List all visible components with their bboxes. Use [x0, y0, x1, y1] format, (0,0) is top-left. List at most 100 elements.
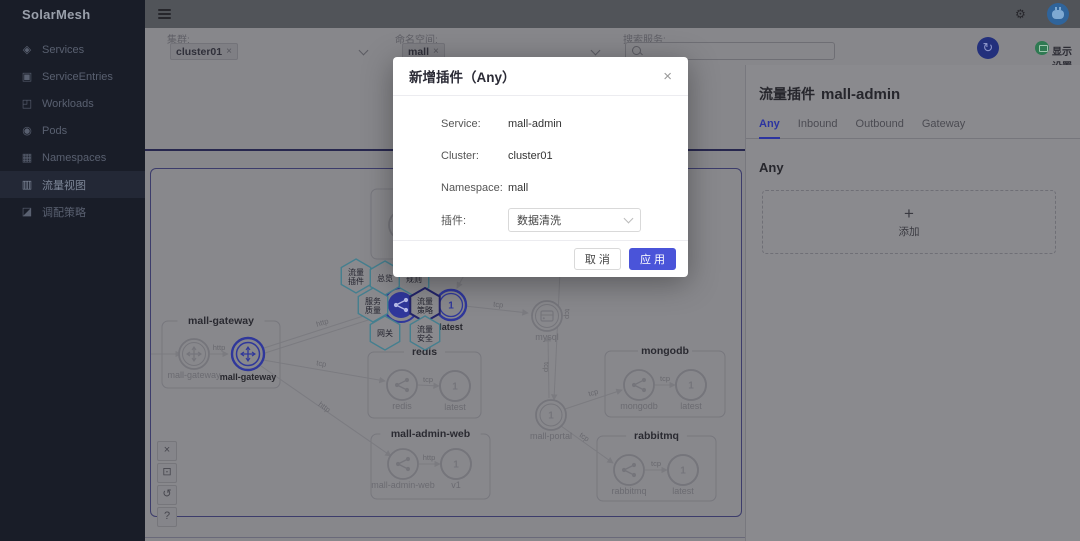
graph-node-mysql[interactable]: mysql [532, 301, 562, 342]
sidebar-item-label: Namespaces [42, 152, 106, 164]
apply-button[interactable]: 应 用 [629, 248, 676, 270]
field-row-namespace: Namespace: mall [393, 172, 688, 204]
workloads-icon: ◰ [21, 97, 33, 110]
svg-text:rabbitmq: rabbitmq [611, 486, 646, 496]
svg-text:tcp: tcp [587, 387, 599, 399]
tag-close-icon[interactable]: × [433, 46, 439, 57]
graph-edge: tcp [263, 358, 385, 381]
svg-text:tcp: tcp [423, 375, 433, 384]
help-icon[interactable]: ? [157, 507, 177, 527]
modal-title: 新增插件（Any） [409, 66, 516, 86]
cancel-button[interactable]: 取 消 [574, 248, 621, 270]
modal-header: 新增插件（Any） × [393, 57, 688, 96]
svg-text:mall-gateway: mall-gateway [188, 315, 254, 327]
svg-text:http: http [315, 316, 330, 328]
serviceentries-icon: ▣ [21, 70, 33, 83]
svg-text:流量: 流量 [417, 296, 433, 306]
add-plugin-modal: 新增插件（Any） × Service: mall-admin Cluster:… [393, 57, 688, 277]
display-settings-icon[interactable] [1035, 41, 1049, 55]
modal-footer: 取 消 应 用 [393, 240, 688, 277]
graph-node-rabbitmq-latest[interactable]: 1latest [668, 455, 698, 496]
hex-action-流量插件[interactable]: 流量插件 [341, 259, 370, 293]
svg-text:1: 1 [448, 301, 454, 312]
svg-text:http: http [317, 400, 332, 415]
svg-text:mongodb: mongodb [620, 401, 658, 411]
services-icon: ◈ [21, 43, 33, 56]
tab-inbound[interactable]: Inbound [798, 118, 838, 138]
tab-gateway[interactable]: Gateway [922, 118, 965, 138]
sidebar-item-serviceentries[interactable]: ▣ ServiceEntries [0, 63, 145, 90]
svg-text:网关: 网关 [377, 328, 393, 338]
svg-text:tcp: tcp [660, 374, 670, 383]
sidebar-item-label: Workloads [42, 98, 94, 110]
sidebar-item-services[interactable]: ◈ Services [0, 36, 145, 63]
svg-text:latest: latest [444, 402, 466, 412]
app-logo: SolarMesh [0, 0, 145, 28]
content-bottom-line [145, 537, 745, 538]
field-row-plugin: 插件: 数据清洗 [393, 204, 688, 236]
add-plugin-button[interactable]: + 添加 [762, 190, 1056, 254]
graph-node-mongodb-latest[interactable]: 1latest [676, 370, 706, 411]
reset-icon[interactable]: ↺ [157, 485, 177, 505]
svg-text:mall-portal: mall-portal [530, 431, 572, 441]
pods-icon: ◉ [21, 124, 33, 137]
sidebar-item-label: Pods [42, 125, 67, 137]
svg-text:http: http [213, 343, 226, 352]
cluster-chevron-down-icon[interactable] [359, 46, 369, 56]
namespaces-icon: ▦ [21, 151, 33, 164]
panel-service-name: mall-admin [821, 86, 900, 103]
svg-text:1: 1 [688, 381, 694, 392]
traffic-plugin-panel: 流量插件mall-admin Any Inbound Outbound Gate… [745, 65, 1080, 541]
svg-text:tcp: tcp [651, 459, 661, 468]
panel-tabs: Any Inbound Outbound Gateway [746, 118, 1080, 139]
svg-text:mall-gateway: mall-gateway [167, 370, 221, 380]
compress-icon[interactable]: × [157, 441, 177, 461]
refresh-icon[interactable]: ↻ [977, 37, 999, 59]
sidebar-item-traffic-view[interactable]: ▥ 流量视图 [0, 171, 145, 198]
svg-text:mall-admin-web: mall-admin-web [371, 480, 435, 490]
svg-text:mongodb: mongodb [641, 345, 689, 357]
tab-outbound[interactable]: Outbound [856, 118, 904, 138]
svg-text:流量: 流量 [417, 324, 433, 334]
namespace-chevron-down-icon[interactable] [591, 46, 601, 56]
avatar[interactable] [1047, 3, 1069, 25]
graph-node-redis-latest[interactable]: 1 latest [440, 371, 470, 412]
tag-close-icon[interactable]: × [226, 46, 232, 57]
sidebar-item-label: 流量视图 [42, 177, 86, 193]
svg-text:v1: v1 [451, 480, 461, 490]
close-icon[interactable]: × [663, 68, 672, 85]
svg-text:latest: latest [672, 486, 694, 496]
collapse-menu-icon[interactable] [158, 13, 171, 15]
svg-text:tcp: tcp [563, 309, 572, 319]
svg-text:策略: 策略 [417, 305, 433, 315]
sidebar-item-label: Services [42, 44, 84, 56]
dispatch-policy-icon: ◪ [21, 205, 33, 218]
modal-body: Service: mall-admin Cluster: cluster01 N… [393, 96, 688, 236]
gear-icon[interactable]: ⚙ [1015, 7, 1026, 21]
svg-text:tcp: tcp [316, 358, 327, 369]
cluster-value: cluster01 [508, 150, 553, 162]
sidebar-item-dispatch-policy[interactable]: ◪ 调配策略 [0, 198, 145, 225]
sidebar-item-label: 调配策略 [42, 204, 86, 220]
graph-node-rabbitmq[interactable]: rabbitmq [611, 455, 646, 496]
svg-text:质量: 质量 [365, 305, 381, 315]
plugin-select[interactable]: 数据清洗 [508, 208, 641, 232]
svg-text:tcp: tcp [493, 300, 504, 310]
fit-view-icon[interactable]: ⊡ [157, 463, 177, 483]
graph-node-mongodb[interactable]: mongodb [620, 370, 658, 411]
sidebar-item-namespaces[interactable]: ▦ Namespaces [0, 144, 145, 171]
svg-text:1: 1 [452, 382, 458, 393]
sidebar-item-workloads[interactable]: ◰ Workloads [0, 90, 145, 117]
topbar: ⚙ [145, 0, 1080, 28]
sidebar: SolarMesh ◈ Services ▣ ServiceEntries ◰ … [0, 0, 145, 541]
cluster-tag[interactable]: cluster01 × [170, 43, 238, 60]
hex-action-流量安全[interactable]: 流量安全 [410, 316, 439, 350]
svg-text:mall-admin-web: mall-admin-web [391, 428, 470, 440]
svg-text:服务: 服务 [365, 296, 381, 306]
svg-text:tcp: tcp [542, 362, 551, 372]
sidebar-item-pods[interactable]: ◉ Pods [0, 117, 145, 144]
svg-text:总览: 总览 [377, 273, 393, 283]
plus-icon: + [904, 205, 914, 222]
graph-node-mall-portal[interactable]: 1mall-portal [530, 400, 572, 441]
tab-any[interactable]: Any [759, 118, 780, 139]
